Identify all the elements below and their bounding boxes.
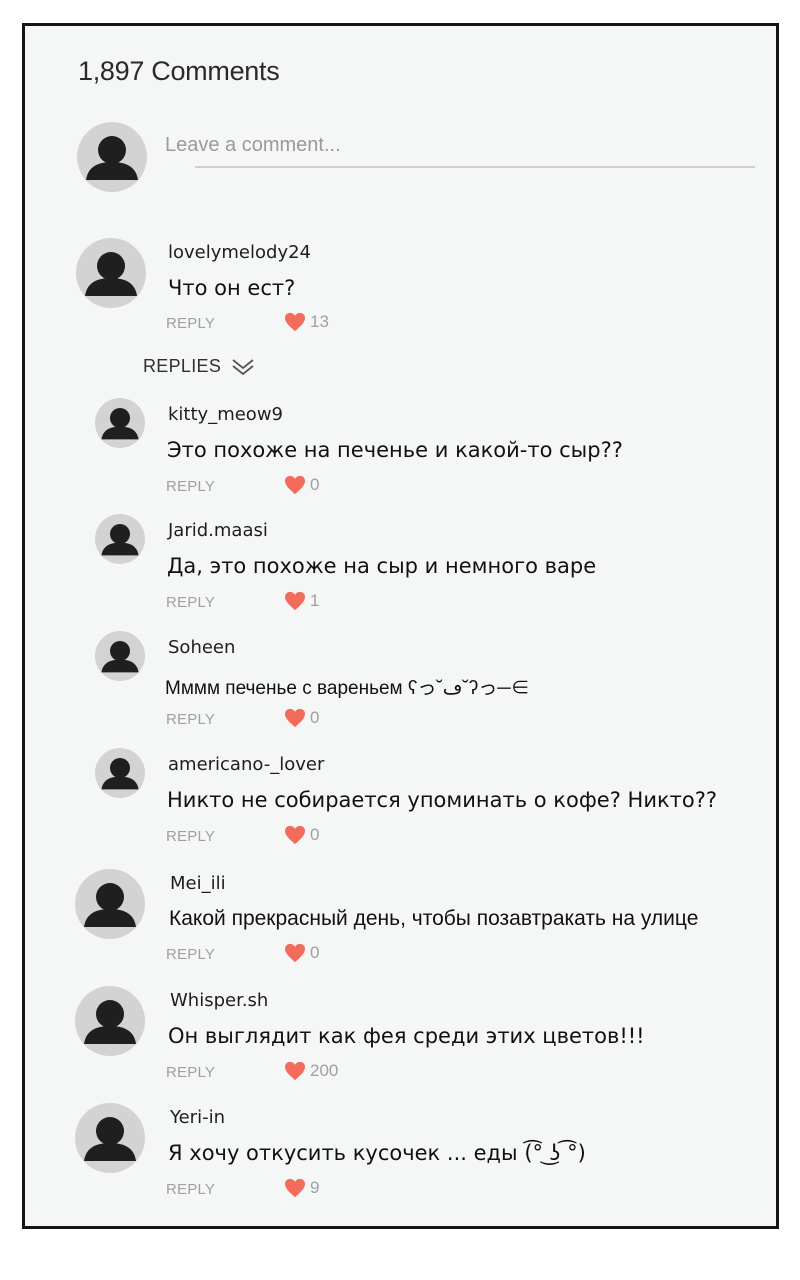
comments-count: 1,897 Comments: [78, 56, 280, 86]
replies-label: REPLIES: [143, 356, 222, 376]
reply-button[interactable]: REPLY: [166, 946, 215, 963]
comment-input-wrapper: [165, 134, 755, 174]
reply-button[interactable]: REPLY: [166, 594, 215, 611]
person-silhouette-icon: [84, 883, 136, 927]
input-underline: [195, 166, 755, 168]
avatar: [75, 1103, 145, 1173]
like-button[interactable]: 0: [284, 708, 319, 728]
reply-text: Никто не собирается упоминать о кофе? Ни…: [167, 788, 718, 812]
person-silhouette-icon: [84, 1117, 136, 1161]
like-button[interactable]: 1: [284, 591, 319, 611]
comment-username[interactable]: Yeri-in: [170, 1107, 225, 1128]
reply-text: Это похоже на печенье и какой-то сыр??: [167, 438, 623, 462]
like-button[interactable]: 0: [284, 825, 319, 845]
person-silhouette-icon: [101, 408, 139, 440]
heart-icon: [285, 475, 305, 495]
reply-username[interactable]: Soheen: [168, 637, 235, 658]
comment-username[interactable]: lovelymelody24: [168, 242, 311, 263]
heart-icon: [285, 312, 305, 332]
reply-button[interactable]: REPLY: [166, 1181, 215, 1198]
avatar: [75, 869, 145, 939]
comments-panel: 1,897 Comments lovelymelody24 Что он ест…: [22, 23, 779, 1229]
reply-username[interactable]: Jarid.maasi: [168, 520, 268, 541]
like-count: 0: [310, 825, 320, 844]
like-count: 1: [310, 591, 320, 610]
like-button[interactable]: 0: [284, 475, 319, 495]
comment-username[interactable]: Mei_ili: [170, 873, 226, 894]
avatar: [95, 398, 145, 448]
comment-text: Он выглядит как фея среди этих цветов!!!: [168, 1024, 645, 1048]
like-button[interactable]: 9: [284, 1178, 319, 1198]
comment-input[interactable]: [165, 134, 755, 157]
person-silhouette-icon: [101, 758, 139, 790]
comment-username[interactable]: Whisper.sh: [170, 990, 268, 1011]
heart-icon: [285, 1061, 305, 1081]
person-silhouette-icon: [101, 641, 139, 673]
like-count: 9: [310, 1178, 320, 1197]
like-count: 0: [310, 708, 320, 727]
reply-username[interactable]: americano-_lover: [168, 754, 324, 775]
avatar: [76, 238, 146, 308]
reply-username[interactable]: kitty_meow9: [168, 404, 283, 425]
current-user-avatar: [77, 122, 147, 192]
avatar: [95, 631, 145, 681]
person-silhouette-icon: [86, 136, 138, 180]
reply-text: Да, это похоже на сыр и немного варе: [167, 554, 597, 578]
double-chevron-down-icon: [232, 358, 254, 375]
like-count: 0: [310, 943, 320, 962]
replies-toggle[interactable]: REPLIES: [143, 356, 255, 377]
like-button[interactable]: 200: [284, 1061, 338, 1081]
reply-button[interactable]: REPLY: [166, 478, 215, 495]
comment-text: Какой прекрасный день, чтобы позавтракат…: [169, 907, 699, 930]
comment-text: Я хочу откусить кусочек ... еды (͡° ͜ʖ ͡…: [168, 1141, 586, 1165]
like-count: 200: [310, 1061, 339, 1080]
reply-button[interactable]: REPLY: [166, 1064, 215, 1081]
heart-icon: [285, 825, 305, 845]
like-button[interactable]: 13: [284, 312, 329, 332]
person-silhouette-icon: [84, 1000, 136, 1044]
reply-text: Мммм печенье с вареньем ʕっ˘ڡ˘ʔっ─∈: [165, 678, 530, 699]
avatar: [95, 514, 145, 564]
avatar: [95, 748, 145, 798]
like-button[interactable]: 0: [284, 943, 319, 963]
heart-icon: [285, 1178, 305, 1198]
comment-text: Что он ест?: [168, 276, 296, 300]
reply-button[interactable]: REPLY: [166, 315, 215, 332]
avatar: [75, 986, 145, 1056]
like-count: 0: [310, 475, 320, 494]
person-silhouette-icon: [85, 252, 137, 296]
heart-icon: [285, 708, 305, 728]
person-silhouette-icon: [101, 524, 139, 556]
reply-button[interactable]: REPLY: [166, 828, 215, 845]
reply-button[interactable]: REPLY: [166, 711, 215, 728]
like-count: 13: [310, 312, 329, 331]
heart-icon: [285, 591, 305, 611]
heart-icon: [285, 943, 305, 963]
